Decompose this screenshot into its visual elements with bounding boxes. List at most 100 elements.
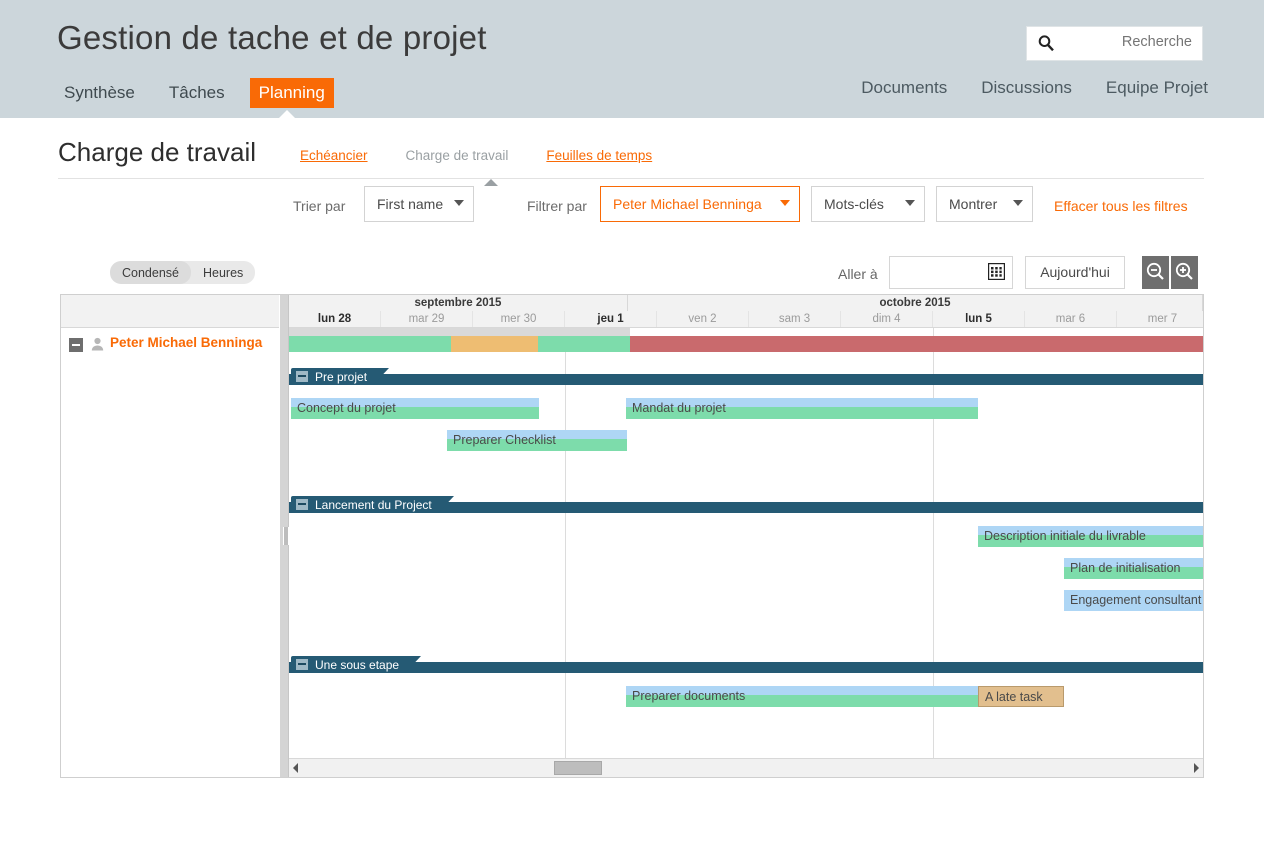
workload-segment-normal[interactable] — [289, 336, 451, 352]
group-label: Pre projet — [315, 370, 368, 384]
search-input[interactable] — [1065, 33, 1194, 51]
day-header: jeu 1 — [565, 311, 657, 327]
scrollbar-thumb[interactable] — [554, 761, 602, 775]
day-header: mer 30 — [473, 311, 565, 327]
day-header: sam 3 — [749, 311, 841, 327]
show-filter-dropdown[interactable]: Montrer — [936, 186, 1033, 222]
tab-echeancier[interactable]: Echéancier — [300, 148, 368, 163]
group-label: Une sous etape — [315, 658, 400, 672]
panel-splitter[interactable] — [279, 295, 289, 777]
filter-by-label: Filtrer par — [527, 198, 587, 214]
clear-filters-link[interactable]: Effacer tous les filtres — [1054, 198, 1188, 214]
resource-row[interactable]: Peter Michael Benninga — [69, 335, 279, 355]
task-label: Mandat du projet — [632, 401, 726, 415]
group-label: Lancement du Project — [315, 498, 432, 512]
gantt-bars-canvas: Pre projet Concept du projet Preparer Chec… — [289, 328, 1203, 758]
today-button[interactable]: Aujourd'hui — [1025, 256, 1125, 289]
task-bar[interactable]: Preparer documents — [626, 686, 978, 707]
month-header: septembre 2015 — [289, 295, 628, 311]
collapse-minus-icon[interactable] — [296, 659, 308, 670]
toggle-heures[interactable]: Heures — [191, 261, 255, 284]
chevron-down-icon — [1013, 200, 1023, 206]
workload-track-background — [538, 328, 630, 336]
day-header: lun 5 — [933, 311, 1025, 327]
zoom-out-icon[interactable] — [1142, 256, 1169, 289]
calendar-icon[interactable] — [987, 262, 1006, 281]
collapse-minus-icon[interactable] — [69, 338, 83, 352]
secondary-navigation: Documents Discussions Equipe Projet — [827, 78, 1208, 108]
day-header: dim 4 — [841, 311, 933, 327]
active-subtab-caret-icon — [484, 179, 498, 186]
workload-track-background — [289, 328, 538, 336]
group-header[interactable]: Une sous etape — [291, 656, 421, 673]
task-bar[interactable]: Concept du projet — [291, 398, 539, 419]
task-label: Engagement consultant — [1070, 593, 1202, 607]
nav-item-equipe-projet[interactable]: Equipe Projet — [1106, 78, 1208, 98]
task-bar[interactable]: Plan de initialisation — [1064, 558, 1203, 579]
page-title: Gestion de tache et de projet — [57, 19, 487, 56]
collapse-minus-icon[interactable] — [296, 371, 308, 382]
resource-name: Peter Michael Benninga — [110, 335, 263, 350]
search-box[interactable] — [1026, 26, 1203, 61]
workload-segment-high[interactable] — [451, 336, 538, 352]
collapse-minus-icon[interactable] — [296, 499, 308, 510]
day-header: ven 2 — [657, 311, 749, 327]
task-bar[interactable]: A late task — [978, 686, 1064, 707]
tab-charge-de-travail[interactable]: Charge de travail — [406, 148, 509, 163]
gantt-resource-panel: Peter Michael Benninga — [61, 295, 279, 777]
resource-panel-header — [61, 295, 279, 328]
nav-item-taches[interactable]: Tâches — [160, 78, 234, 108]
workload-segment-normal[interactable] — [538, 336, 630, 352]
task-label: A late task — [985, 690, 1043, 704]
main-navigation: Synthèse Tâches Planning — [55, 78, 350, 110]
task-bar[interactable]: Description initiale du livrable — [978, 526, 1203, 547]
search-icon — [1037, 34, 1055, 52]
gantt-chart: Peter Michael Benninga septembre 2015 oct… — [60, 294, 1204, 778]
chevron-down-icon — [454, 200, 464, 206]
task-label: Plan de initialisation — [1070, 561, 1181, 575]
nav-item-synthese[interactable]: Synthèse — [55, 78, 144, 108]
view-mode-toggle: Condensé Heures — [110, 261, 256, 284]
chevron-down-icon — [780, 200, 790, 206]
filter-bar: Trier par First name Filtrer par Peter M… — [0, 186, 1264, 228]
scroll-right-icon[interactable] — [1189, 759, 1203, 777]
person-filter-value: Peter Michael Benninga — [613, 196, 762, 212]
page-root: Gestion de tache et de projet Synthèse T… — [0, 0, 1264, 865]
section-divider — [58, 178, 1204, 179]
sort-by-dropdown[interactable]: First name — [364, 186, 474, 222]
keywords-filter-dropdown[interactable]: Mots-clés — [811, 186, 925, 222]
task-label: Preparer Checklist — [453, 433, 556, 447]
horizontal-scrollbar[interactable] — [289, 758, 1203, 777]
group-header[interactable]: Lancement du Project — [291, 496, 454, 513]
nav-item-documents[interactable]: Documents — [861, 78, 947, 98]
task-label: Description initiale du livrable — [984, 529, 1146, 543]
tab-feuilles-de-temps[interactable]: Feuilles de temps — [546, 148, 652, 163]
person-filter-dropdown[interactable]: Peter Michael Benninga — [600, 186, 800, 222]
task-bar[interactable]: Mandat du projet — [626, 398, 978, 419]
group-summary-bar[interactable] — [289, 662, 1203, 673]
nav-item-discussions[interactable]: Discussions — [981, 78, 1072, 98]
nav-item-planning[interactable]: Planning — [249, 78, 334, 108]
task-bar[interactable]: Preparer Checklist — [447, 430, 627, 451]
sort-by-label: Trier par — [293, 198, 346, 214]
task-bar[interactable]: Engagement consultant — [1064, 590, 1203, 611]
toggle-condense[interactable]: Condensé — [110, 261, 191, 284]
zoom-in-icon[interactable] — [1171, 256, 1198, 289]
chevron-down-icon — [905, 200, 915, 206]
active-tab-caret-icon — [278, 110, 296, 119]
task-label: Preparer documents — [632, 689, 746, 703]
group-header[interactable]: Pre projet — [291, 368, 389, 385]
sub-tabs: Echéancier Charge de travail Feuilles de… — [300, 148, 690, 163]
goto-date-input[interactable] — [889, 256, 1013, 289]
task-label: Concept du projet — [297, 401, 396, 415]
group-summary-bar[interactable] — [289, 374, 1203, 385]
person-icon — [91, 337, 104, 356]
app-header: Gestion de tache et de projet Synthèse T… — [0, 0, 1264, 119]
zoom-button-group — [1140, 256, 1198, 289]
day-header: mar 29 — [381, 311, 473, 327]
workload-segment-over[interactable] — [630, 336, 1203, 352]
gantt-timeline-panel: septembre 2015 octobre 2015 lun 28 mar 29 m… — [289, 295, 1203, 777]
scroll-left-icon[interactable] — [289, 759, 303, 777]
day-header: lun 28 — [289, 311, 381, 327]
day-header: mer 7 — [1117, 311, 1203, 327]
